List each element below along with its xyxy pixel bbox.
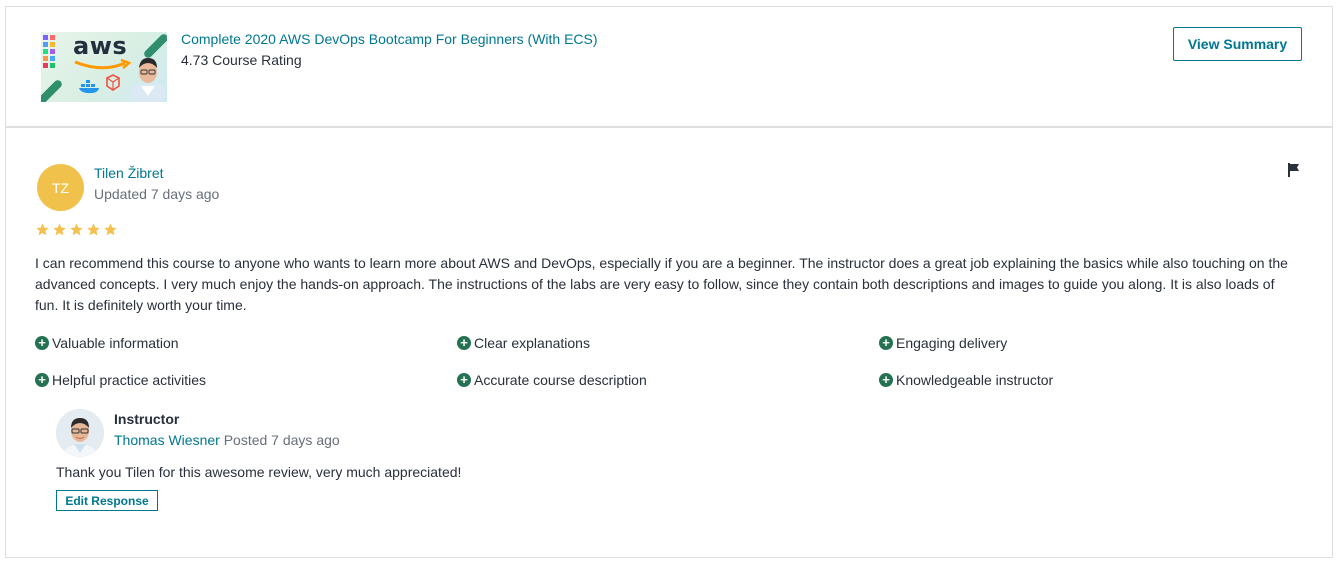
review-tag: + Clear explanations	[457, 335, 590, 351]
tag-label: Engaging delivery	[896, 335, 1008, 351]
star-icon	[87, 223, 100, 236]
course-header-card: aws Complete 2020 AWS DevOps Bootcamp Fo…	[5, 6, 1333, 127]
review-tag: + Accurate course description	[457, 372, 647, 388]
course-title-link[interactable]: Complete 2020 AWS DevOps Bootcamp For Be…	[181, 31, 598, 47]
laravel-icon	[106, 74, 120, 91]
star-icon	[104, 223, 117, 236]
plus-circle-icon: +	[457, 373, 471, 387]
course-thumbnail[interactable]: aws	[41, 32, 167, 102]
view-summary-button[interactable]: View Summary	[1173, 27, 1302, 61]
aws-smile-icon	[74, 59, 132, 70]
instructor-thumbnail-photo	[131, 58, 165, 102]
review-tag: + Engaging delivery	[879, 335, 1007, 351]
response-author-role: Instructor	[114, 411, 180, 427]
tag-label: Helpful practice activities	[52, 372, 207, 388]
docker-icon	[79, 80, 99, 94]
instructor-photo	[56, 409, 104, 457]
tag-label: Knowledgeable instructor	[896, 372, 1054, 388]
grid-logo-icon	[43, 35, 57, 69]
response-timestamp: Posted 7 days ago	[223, 432, 340, 448]
plus-circle-icon: +	[879, 336, 893, 350]
tag-label: Clear explanations	[474, 335, 590, 351]
response-body: Thank you Tilen for this awesome review,…	[56, 464, 462, 480]
review-card: TZ Tilen Žibret Updated 7 days ago I can…	[5, 127, 1333, 558]
rating-stars	[35, 222, 118, 237]
edit-response-button[interactable]: Edit Response	[56, 490, 158, 511]
tag-label: Accurate course description	[474, 372, 647, 388]
review-body: I can recommend this course to anyone wh…	[35, 255, 1288, 313]
review-tag: + Helpful practice activities	[35, 372, 206, 388]
review-timestamp: Updated 7 days ago	[94, 186, 220, 202]
star-icon	[36, 223, 49, 236]
plus-circle-icon: +	[35, 336, 49, 350]
tag-label: Valuable information	[52, 335, 179, 351]
review-tag: + Knowledgeable instructor	[879, 372, 1053, 388]
instructor-avatar	[56, 409, 104, 457]
review-tag: + Valuable information	[35, 335, 179, 351]
plus-circle-icon: +	[457, 336, 471, 350]
flag-icon[interactable]	[1286, 162, 1302, 178]
star-icon	[53, 223, 66, 236]
response-meta: Thomas Wiesner Posted 7 days ago	[114, 432, 340, 448]
aws-logo-text: aws	[73, 32, 128, 60]
plus-circle-icon: +	[35, 373, 49, 387]
star-icon	[70, 223, 83, 236]
reviewer-avatar: TZ	[37, 164, 84, 211]
plus-circle-icon: +	[879, 373, 893, 387]
instructor-name-link[interactable]: Thomas Wiesner	[114, 432, 220, 448]
course-rating: 4.73 Course Rating	[181, 52, 302, 68]
reviewer-name-link[interactable]: Tilen Žibret	[94, 165, 164, 181]
